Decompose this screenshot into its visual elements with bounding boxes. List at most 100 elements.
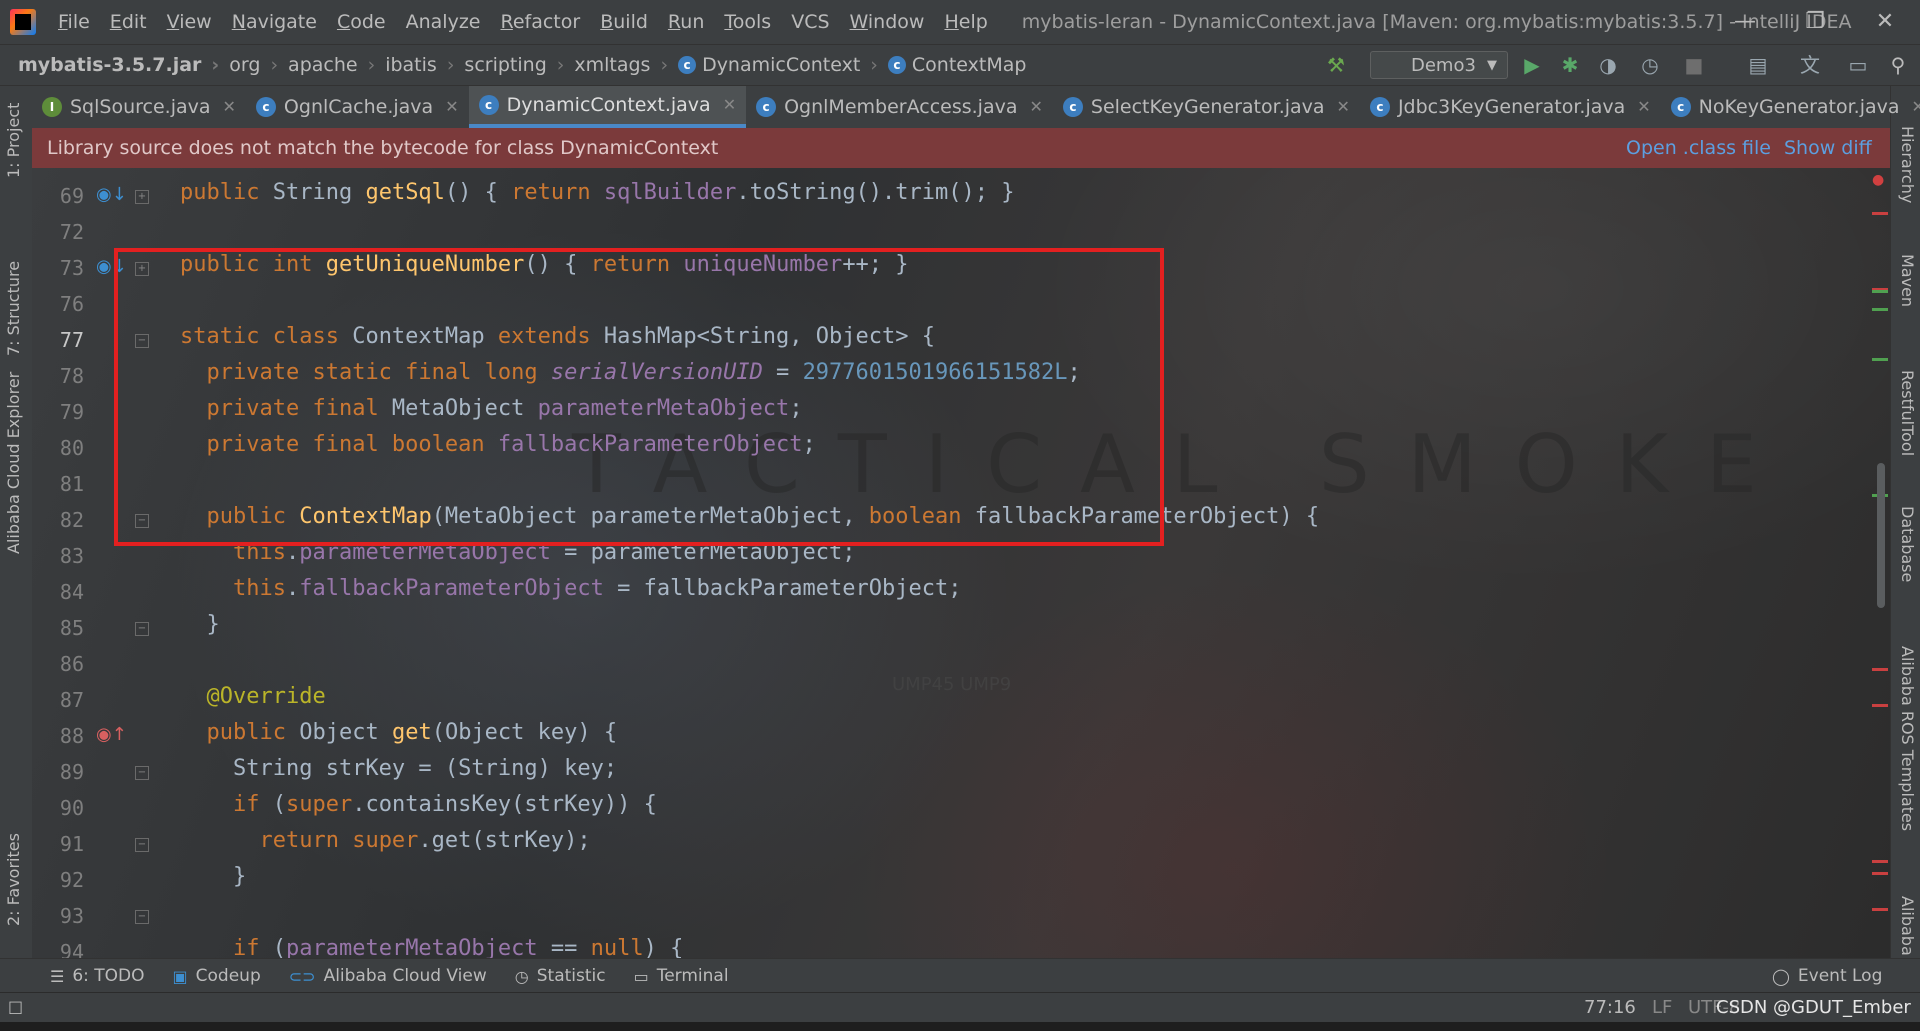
menu-window[interactable]: Window [840, 0, 935, 44]
stop-icon[interactable]: ■ [1680, 51, 1708, 79]
tab-jdbc3keygenerator[interactable]: c Jdbc3KeyGenerator.java ✕ [1360, 86, 1661, 128]
project-structure-icon[interactable]: ▤ [1744, 51, 1772, 79]
tab-selectkeygenerator[interactable]: c SelectKeyGenerator.java ✕ [1053, 86, 1360, 128]
toggle-tool-windows-icon[interactable]: □ [8, 997, 23, 1016]
search-icon[interactable]: ⚲ [1884, 51, 1912, 79]
csdn-watermark: CSDN @GDUT_Ember [1716, 997, 1911, 1018]
tab-ognlmemberaccess[interactable]: c OgnlMemberAccess.java ✕ [746, 86, 1053, 128]
menu-help[interactable]: Help [934, 0, 997, 44]
tab-nokeygenerator[interactable]: c NoKeyGenerator.java ✕ [1661, 86, 1920, 128]
tool-statistic[interactable]: ◷ Statistic [515, 966, 606, 986]
run-icon[interactable]: ▶ [1518, 51, 1546, 79]
vertical-scrollbar[interactable] [1877, 463, 1885, 608]
tool-structure[interactable]: 7: Structure [4, 261, 23, 356]
tool-alibaba-cloud-view[interactable]: ⊂⊃ Alibaba Cloud View [289, 966, 487, 986]
terminal-window-icon[interactable]: ▭ [1844, 51, 1872, 79]
red-highlight-box [114, 248, 1164, 546]
error-stripe-mark[interactable] [1872, 860, 1888, 863]
overrides-method-icon[interactable]: ◉↑ [96, 724, 127, 745]
caret-position[interactable]: 77:16 [1584, 997, 1636, 1018]
breadcrumb-contextmap[interactable]: c ContextMap [887, 54, 1026, 76]
fold-end-icon[interactable]: − [135, 622, 149, 636]
tool-alibaba[interactable]: Alibaba [1898, 896, 1917, 956]
breadcrumb-xmltags[interactable]: xmltags › [574, 54, 678, 76]
tool-database[interactable]: Database [1898, 506, 1917, 582]
tool-project[interactable]: 1: Project [4, 103, 23, 178]
close-tab-icon[interactable]: ✕ [223, 86, 236, 128]
tool-todo[interactable]: ☰ 6: TODO [50, 966, 145, 986]
tab-sqlsource[interactable]: I SqlSource.java ✕ [32, 86, 246, 128]
class-icon: c [887, 56, 906, 74]
menu-analyze[interactable]: Analyze [396, 0, 491, 44]
change-stripe-mark[interactable] [1872, 308, 1888, 311]
change-stripe-mark[interactable] [1872, 358, 1888, 361]
code-line: if (parameterMetaObject == null) { [232, 936, 684, 958]
breadcrumb-org[interactable]: org › [229, 54, 288, 76]
tab-dynamiccontext[interactable]: c DynamicContext.java ✕ [468, 84, 747, 128]
show-diff-link[interactable]: Show diff [1784, 128, 1872, 168]
code-line: this.fallbackParameterObject = fallbackP… [232, 576, 962, 601]
tool-favorites[interactable]: 2: Favorites [4, 833, 23, 926]
line-separator[interactable]: LF [1652, 997, 1672, 1018]
breadcrumb-apache[interactable]: apache › [288, 54, 385, 76]
tool-codeup[interactable]: ▣ Codeup [173, 966, 261, 986]
tool-terminal[interactable]: ▭ Terminal [634, 966, 729, 986]
error-stripe-mark[interactable] [1872, 704, 1888, 707]
line-number: 93 [59, 904, 84, 928]
menu-code[interactable]: Code [327, 0, 396, 44]
breadcrumb-jar[interactable]: mybatis-3.5.7.jar › [18, 54, 229, 76]
error-stripe-mark[interactable] [1872, 872, 1888, 875]
run-configuration-select[interactable]: Demo3 ▼ [1370, 51, 1508, 79]
menu-navigate[interactable]: Navigate [222, 0, 327, 44]
breadcrumb-dynamiccontext[interactable]: c DynamicContext › [678, 54, 888, 76]
debug-icon[interactable]: ✱ [1556, 51, 1584, 79]
menu-build[interactable]: Build [590, 0, 658, 44]
error-stripe-mark[interactable] [1872, 212, 1888, 215]
menu-file[interactable]: File [48, 0, 100, 44]
profile-icon[interactable]: ◷ [1636, 51, 1664, 79]
menu-tools[interactable]: Tools [714, 0, 781, 44]
banner-message: Library source does not match the byteco… [47, 137, 719, 159]
tool-maven[interactable]: Maven [1898, 254, 1917, 307]
close-tab-icon[interactable]: ✕ [1337, 86, 1350, 128]
code-editor[interactable]: TACTICAL SMOKE UMP45 UMP9 69 72 73 76 77… [32, 168, 1890, 958]
tool-event-log[interactable]: ◯ Event Log [1772, 966, 1882, 986]
open-class-file-link[interactable]: Open .class file [1626, 128, 1771, 168]
change-stripe-mark[interactable] [1872, 290, 1888, 293]
restore-icon[interactable]: ❐ [1780, 0, 1850, 44]
error-stripe-mark[interactable] [1872, 908, 1888, 911]
minimize-icon[interactable]: — [1710, 0, 1780, 44]
implements-method-icon[interactable]: ◉↓ [96, 184, 127, 205]
hammer-build-icon[interactable]: ⚒ [1322, 51, 1350, 79]
menu-run[interactable]: Run [658, 0, 714, 44]
close-tab-icon[interactable]: ✕ [445, 86, 458, 128]
error-indicator-icon[interactable]: ● [1872, 172, 1884, 188]
cloud-icon: ⊂⊃ [288, 966, 316, 986]
fold-collapse-icon[interactable]: − [135, 838, 149, 852]
coverage-icon[interactable]: ◑ [1594, 51, 1622, 79]
tool-restfultool[interactable]: RestfulTool [1898, 370, 1917, 456]
fold-expand-icon[interactable]: + [135, 190, 149, 204]
line-number: 94 [59, 940, 84, 958]
translate-icon[interactable]: 文 [1796, 51, 1824, 79]
close-tab-icon[interactable]: ✕ [1029, 86, 1042, 128]
fold-collapse-icon[interactable]: − [135, 766, 149, 780]
close-tab-icon[interactable]: ✕ [723, 84, 736, 126]
line-number: 80 [59, 436, 84, 460]
tool-hierarchy[interactable]: Hierarchy [1898, 126, 1917, 203]
close-tab-icon[interactable]: ✕ [1637, 86, 1650, 128]
close-tab-icon[interactable]: ✕ [1912, 86, 1920, 128]
menu-edit[interactable]: Edit [100, 0, 157, 44]
menu-vcs[interactable]: VCS [781, 0, 839, 44]
tab-ognlcache[interactable]: c OgnlCache.java ✕ [246, 86, 469, 128]
list-icon: ☰ [50, 966, 65, 986]
close-icon[interactable]: ✕ [1850, 0, 1920, 44]
breadcrumb-ibatis[interactable]: ibatis › [385, 54, 464, 76]
fold-end-icon[interactable]: − [135, 910, 149, 924]
breadcrumb-scripting[interactable]: scripting › [464, 54, 574, 76]
error-stripe-mark[interactable] [1872, 668, 1888, 671]
tool-alibaba-cloud-explorer[interactable]: Alibaba Cloud Explorer [4, 372, 23, 554]
tool-alibaba-ros-templates[interactable]: Alibaba ROS Templates [1898, 646, 1917, 831]
menu-view[interactable]: View [157, 0, 222, 44]
menu-refactor[interactable]: Refactor [490, 0, 590, 44]
